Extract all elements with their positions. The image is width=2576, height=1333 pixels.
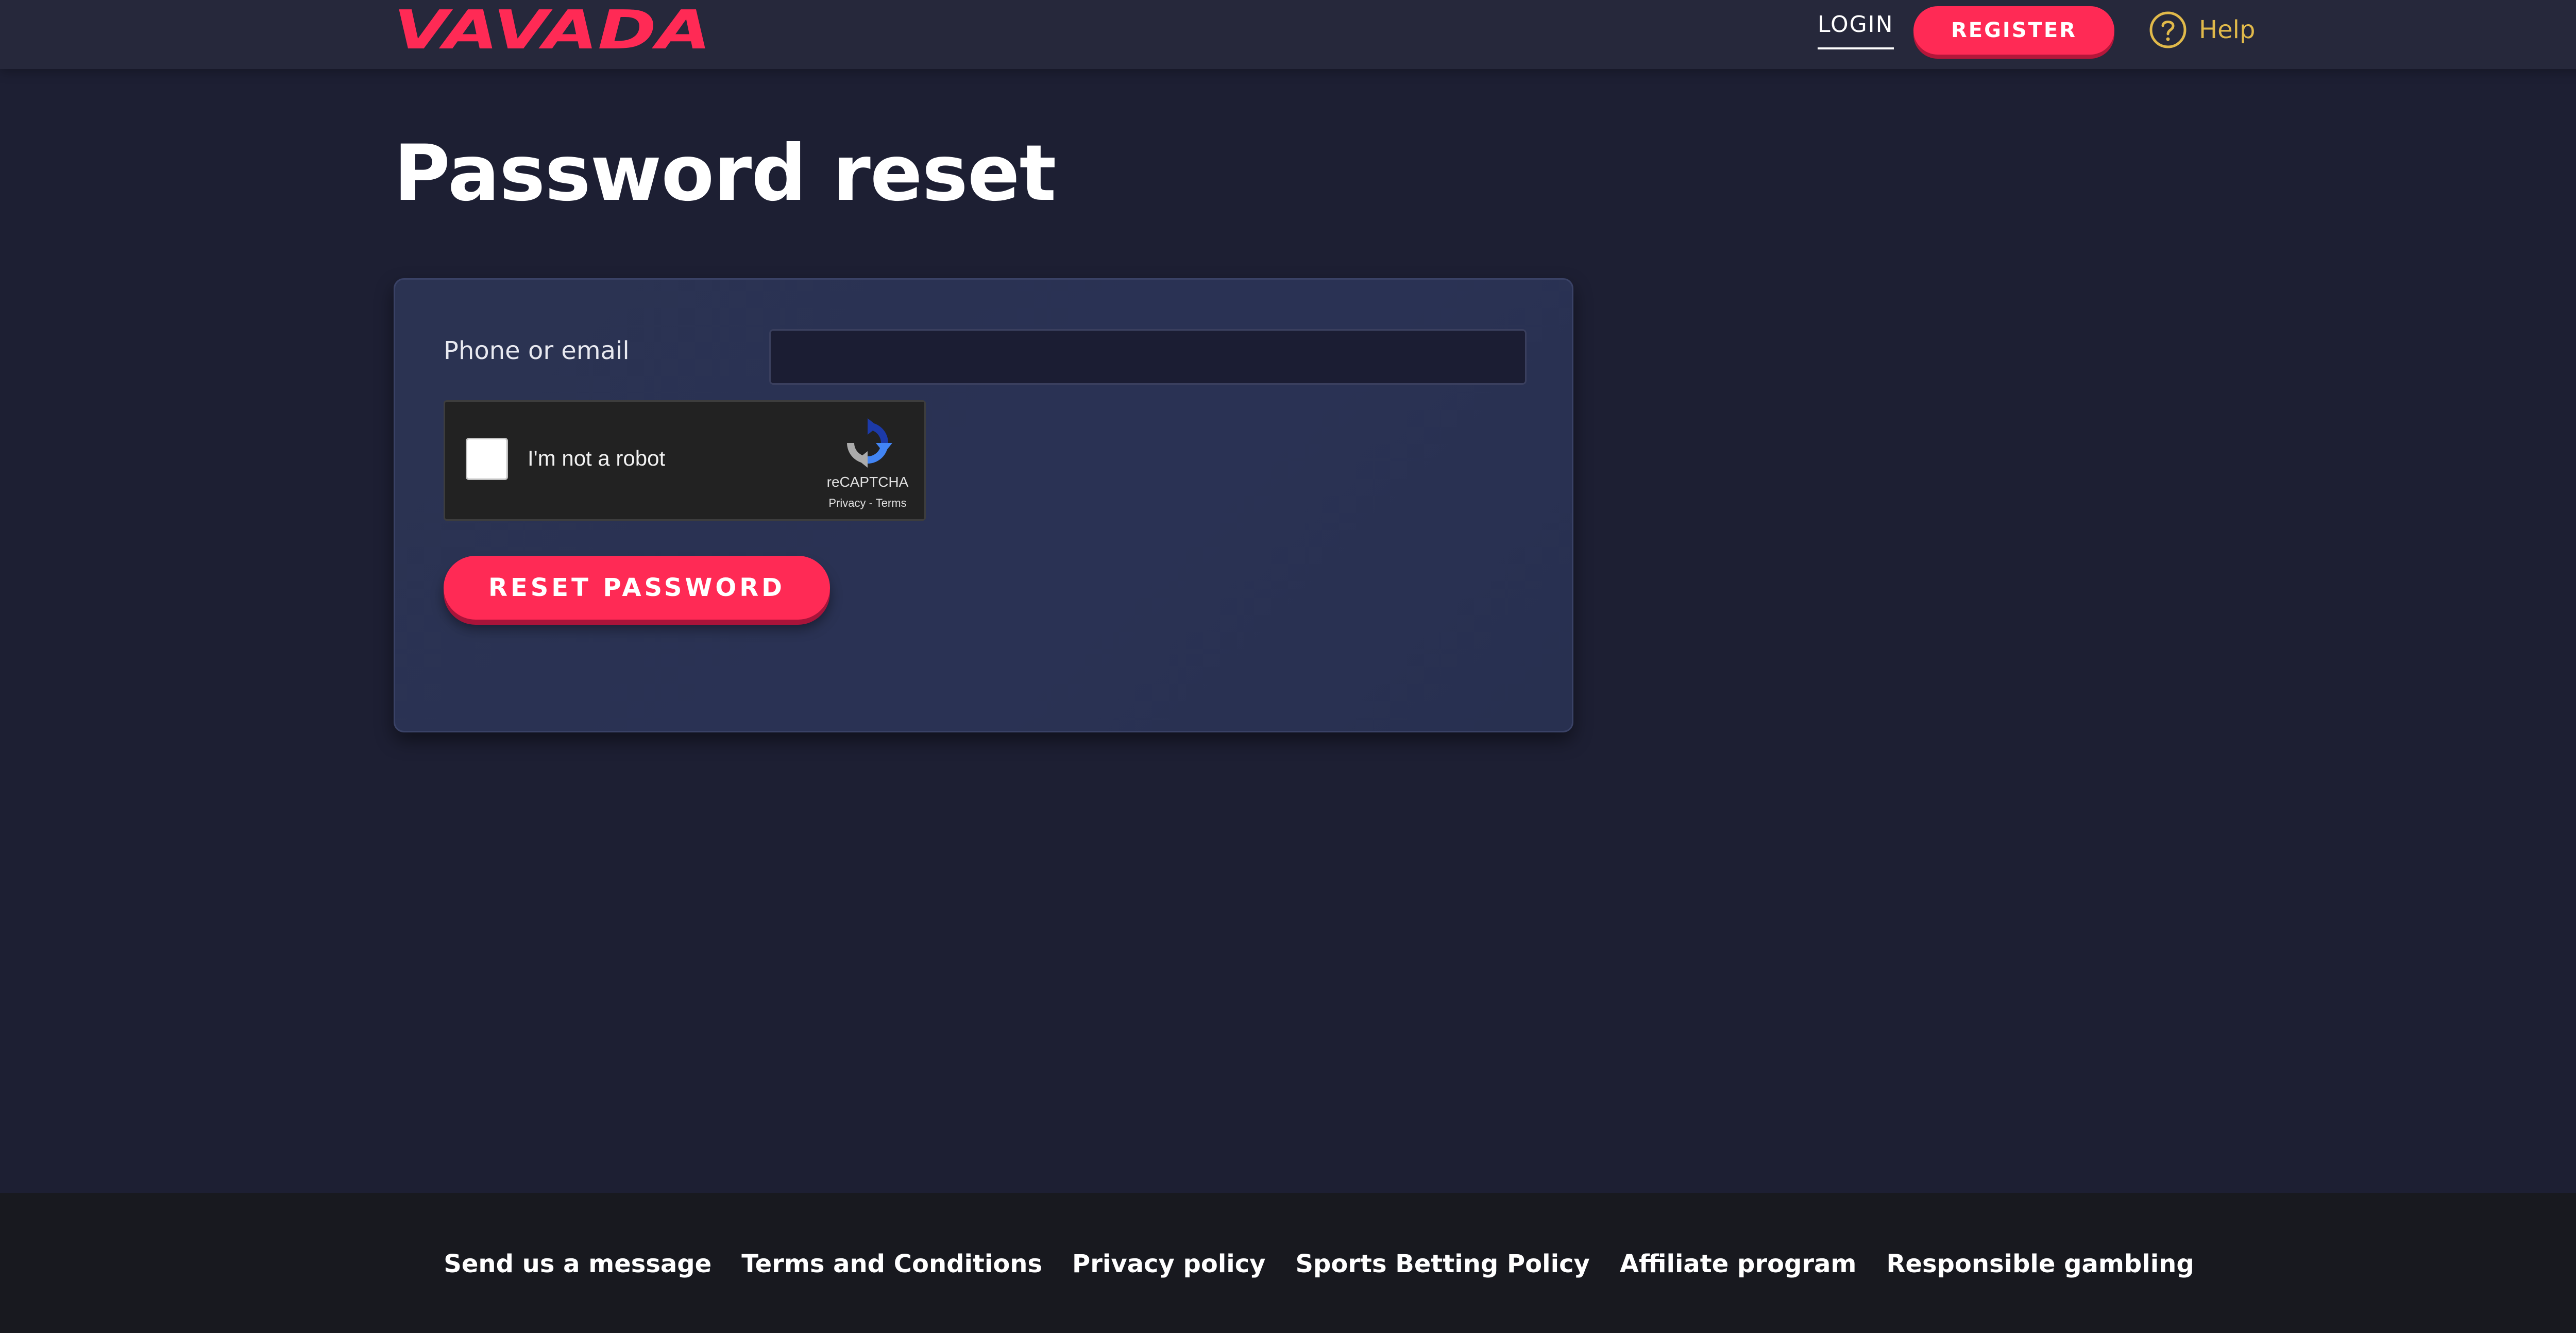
recaptcha-label: I'm not a robot <box>528 446 666 470</box>
recaptcha-checkbox[interactable] <box>466 438 508 480</box>
logo-text: VAVADA <box>394 4 711 56</box>
reset-password-button[interactable]: RESET PASSWORD <box>444 556 830 620</box>
footer-link-affiliate[interactable]: Affiliate program <box>1620 1250 1857 1278</box>
recaptcha-terms-link[interactable]: Terms <box>876 497 907 509</box>
login-label: LOGIN <box>1818 11 1894 38</box>
footer-link-privacy[interactable]: Privacy policy <box>1072 1250 1265 1278</box>
recaptcha-brand: reCAPTCHA <box>826 474 909 490</box>
recaptcha-widget: I'm not a robot reCAPTCHA Privacy - Term… <box>444 400 926 521</box>
phone-or-email-input[interactable] <box>769 329 1527 385</box>
login-underline <box>1818 47 1894 49</box>
help-label: Help <box>2199 15 2256 44</box>
register-button[interactable]: REGISTER <box>1913 6 2114 55</box>
question-circle-icon <box>2149 11 2187 48</box>
footer-link-send-message[interactable]: Send us a message <box>444 1250 711 1278</box>
top-bar: VAVADA LOGIN REGISTER Help <box>0 0 2576 69</box>
footer-link-sports-betting[interactable]: Sports Betting Policy <box>1295 1250 1589 1278</box>
page: VAVADA LOGIN REGISTER Help Password rese… <box>0 0 2576 1333</box>
login-link[interactable]: LOGIN <box>1818 9 1894 50</box>
phone-or-email-label: Phone or email <box>444 336 630 365</box>
password-reset-card: Phone or email I'm not a robot reCAPTCHA… <box>394 278 1573 732</box>
footer: Send us a message Terms and Conditions P… <box>0 1193 2576 1333</box>
recaptcha-links: Privacy - Terms <box>806 497 929 510</box>
help-link[interactable]: Help <box>2148 9 2255 50</box>
footer-links: Send us a message Terms and Conditions P… <box>0 1250 2576 1278</box>
vavada-logo[interactable]: VAVADA <box>394 4 713 56</box>
recaptcha-privacy-link[interactable]: Privacy <box>828 497 866 509</box>
page-title: Password reset <box>394 129 1056 218</box>
footer-link-responsible-gambling[interactable]: Responsible gambling <box>1886 1250 2194 1278</box>
recaptcha-link-separator: - <box>866 497 876 509</box>
footer-link-terms[interactable]: Terms and Conditions <box>741 1250 1042 1278</box>
recaptcha-icon <box>847 418 892 468</box>
